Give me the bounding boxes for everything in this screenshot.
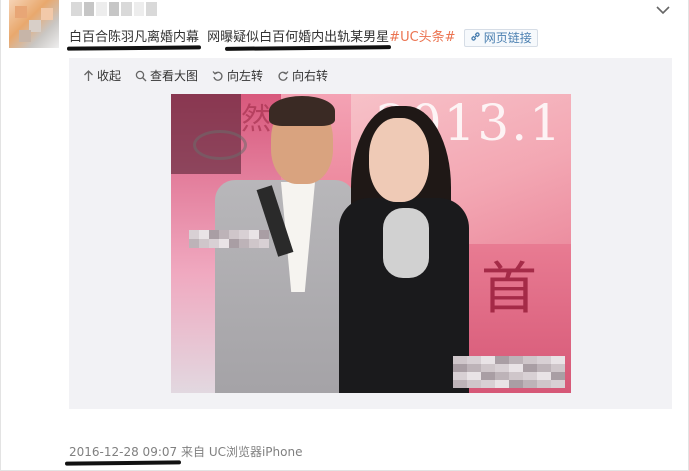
mosaic-cell: [509, 356, 523, 364]
mosaic-cell: [523, 372, 537, 380]
mosaic-cell: [537, 356, 551, 364]
mosaic-cell: [229, 230, 239, 239]
mosaic-cell: [509, 364, 523, 372]
watermark-mosaic: [189, 230, 269, 248]
mosaic-cell: [495, 372, 509, 380]
mosaic-cell: [108, 2, 120, 16]
rotate-right-button[interactable]: 向右转: [277, 68, 328, 84]
mosaic-cell: [537, 372, 551, 380]
rotate-right-label: 向右转: [292, 69, 329, 83]
chevron-down-icon[interactable]: [656, 1, 670, 15]
mosaic-cell: [209, 239, 219, 248]
headline-part-1: 白百合陈羽凡离婚内幕: [66, 30, 202, 51]
post-timestamp[interactable]: 2016-12-28 09:07: [64, 445, 182, 466]
mosaic-cell: [467, 356, 481, 364]
mosaic-cell: [467, 380, 481, 388]
mosaic-cell: [523, 356, 537, 364]
mosaic-cell: [551, 380, 565, 388]
username-blurred[interactable]: [71, 2, 158, 16]
mosaic-cell: [453, 380, 467, 388]
post-headline: 白百合陈羽凡离婚内幕 网曝疑似白百何婚内出轨某男星 #UC头条# 网页链接: [66, 29, 538, 51]
mosaic-cell: [83, 2, 95, 16]
mosaic-cell: [481, 356, 495, 364]
rotate-left-button[interactable]: 向左转: [212, 68, 263, 84]
link-icon: [470, 29, 481, 47]
rotate-left-label: 向左转: [227, 69, 264, 83]
avatar[interactable]: [9, 0, 59, 48]
headline-part-2: 网曝疑似白百何婚内出轨某男星: [207, 30, 392, 51]
photo-backdrop-wheel: [193, 130, 247, 160]
mosaic-cell: [199, 230, 209, 239]
mosaic-cell: [146, 2, 158, 16]
ink-underline: [225, 45, 392, 51]
mosaic-cell: [96, 2, 107, 16]
mosaic-cell: [229, 239, 239, 248]
mosaic-cell: [481, 380, 495, 388]
media-toolbar: 收起 查看大图 向左转 向右转: [83, 68, 328, 84]
mosaic-cell: [219, 230, 229, 239]
ink-underline: [64, 460, 182, 466]
mosaic-cell: [453, 364, 467, 372]
expanded-media-panel: 收起 查看大图 向左转 向右转 然 2013.1 首: [69, 58, 672, 409]
mosaic-cell: [259, 230, 269, 239]
view-large-label: 查看大图: [150, 69, 199, 83]
mosaic-cell: [523, 380, 537, 388]
photo-woman-top: [383, 208, 429, 278]
mosaic-cell: [209, 230, 219, 239]
mosaic-cell: [467, 364, 481, 372]
view-large-button[interactable]: 查看大图: [135, 68, 198, 84]
collapse-label: 收起: [97, 69, 122, 83]
magnifier-icon: [135, 70, 147, 82]
mosaic-cell: [495, 356, 509, 364]
mosaic-cell: [71, 2, 82, 16]
collapse-button[interactable]: 收起: [83, 68, 121, 84]
mosaic-cell: [551, 364, 565, 372]
mosaic-cell: [249, 239, 259, 248]
weibo-post-card: 白百合陈羽凡离婚内幕 网曝疑似白百何婚内出轨某男星 #UC头条# 网页链接 收起 …: [0, 0, 689, 471]
rotate-right-icon: [277, 70, 289, 82]
mosaic-cell: [453, 372, 467, 380]
avatar-pixel: [41, 8, 53, 20]
mosaic-cell: [551, 372, 565, 380]
mosaic-cell: [481, 372, 495, 380]
mosaic-cell: [199, 239, 209, 248]
post-from-label: 来自: [180, 445, 205, 459]
mosaic-cell: [189, 239, 199, 248]
mosaic-cell: [121, 2, 132, 16]
photo-woman-face: [369, 118, 429, 202]
mosaic-cell: [467, 372, 481, 380]
post-source-link[interactable]: UC浏览器iPhone: [209, 445, 303, 459]
topic-link[interactable]: #UC头条#: [389, 30, 455, 45]
arrow-up-icon: [83, 70, 94, 82]
mosaic-cell: [537, 380, 551, 388]
mosaic-cell: [219, 239, 229, 248]
mosaic-cell: [537, 364, 551, 372]
post-footer: 2016-12-28 09:07 来自 UC浏览器iPhone: [64, 443, 303, 466]
mosaic-cell: [239, 239, 249, 248]
watermark-mosaic: [453, 356, 565, 388]
mosaic-cell: [239, 230, 249, 239]
mosaic-cell: [259, 239, 269, 248]
mosaic-cell: [133, 2, 145, 16]
mosaic-cell: [551, 356, 565, 364]
avatar-pixel: [15, 6, 27, 18]
web-link-label: 网页链接: [483, 31, 532, 45]
post-photo[interactable]: 然 2013.1 首: [171, 94, 571, 393]
photo-backdrop-brand: 然: [241, 102, 271, 137]
mosaic-cell: [495, 380, 509, 388]
mosaic-cell: [453, 356, 467, 364]
mosaic-cell: [509, 380, 523, 388]
photo-backdrop-hanzi: 首: [481, 257, 537, 322]
avatar-pixel: [19, 30, 31, 42]
mosaic-cell: [523, 364, 537, 372]
web-link-button[interactable]: 网页链接: [463, 29, 538, 47]
mosaic-cell: [189, 230, 199, 239]
ink-underline: [66, 45, 202, 51]
photo-man-hair: [269, 96, 335, 126]
mosaic-cell: [481, 364, 495, 372]
rotate-left-icon: [212, 70, 224, 82]
mosaic-cell: [249, 230, 259, 239]
mosaic-cell: [509, 372, 523, 380]
mosaic-cell: [495, 364, 509, 372]
